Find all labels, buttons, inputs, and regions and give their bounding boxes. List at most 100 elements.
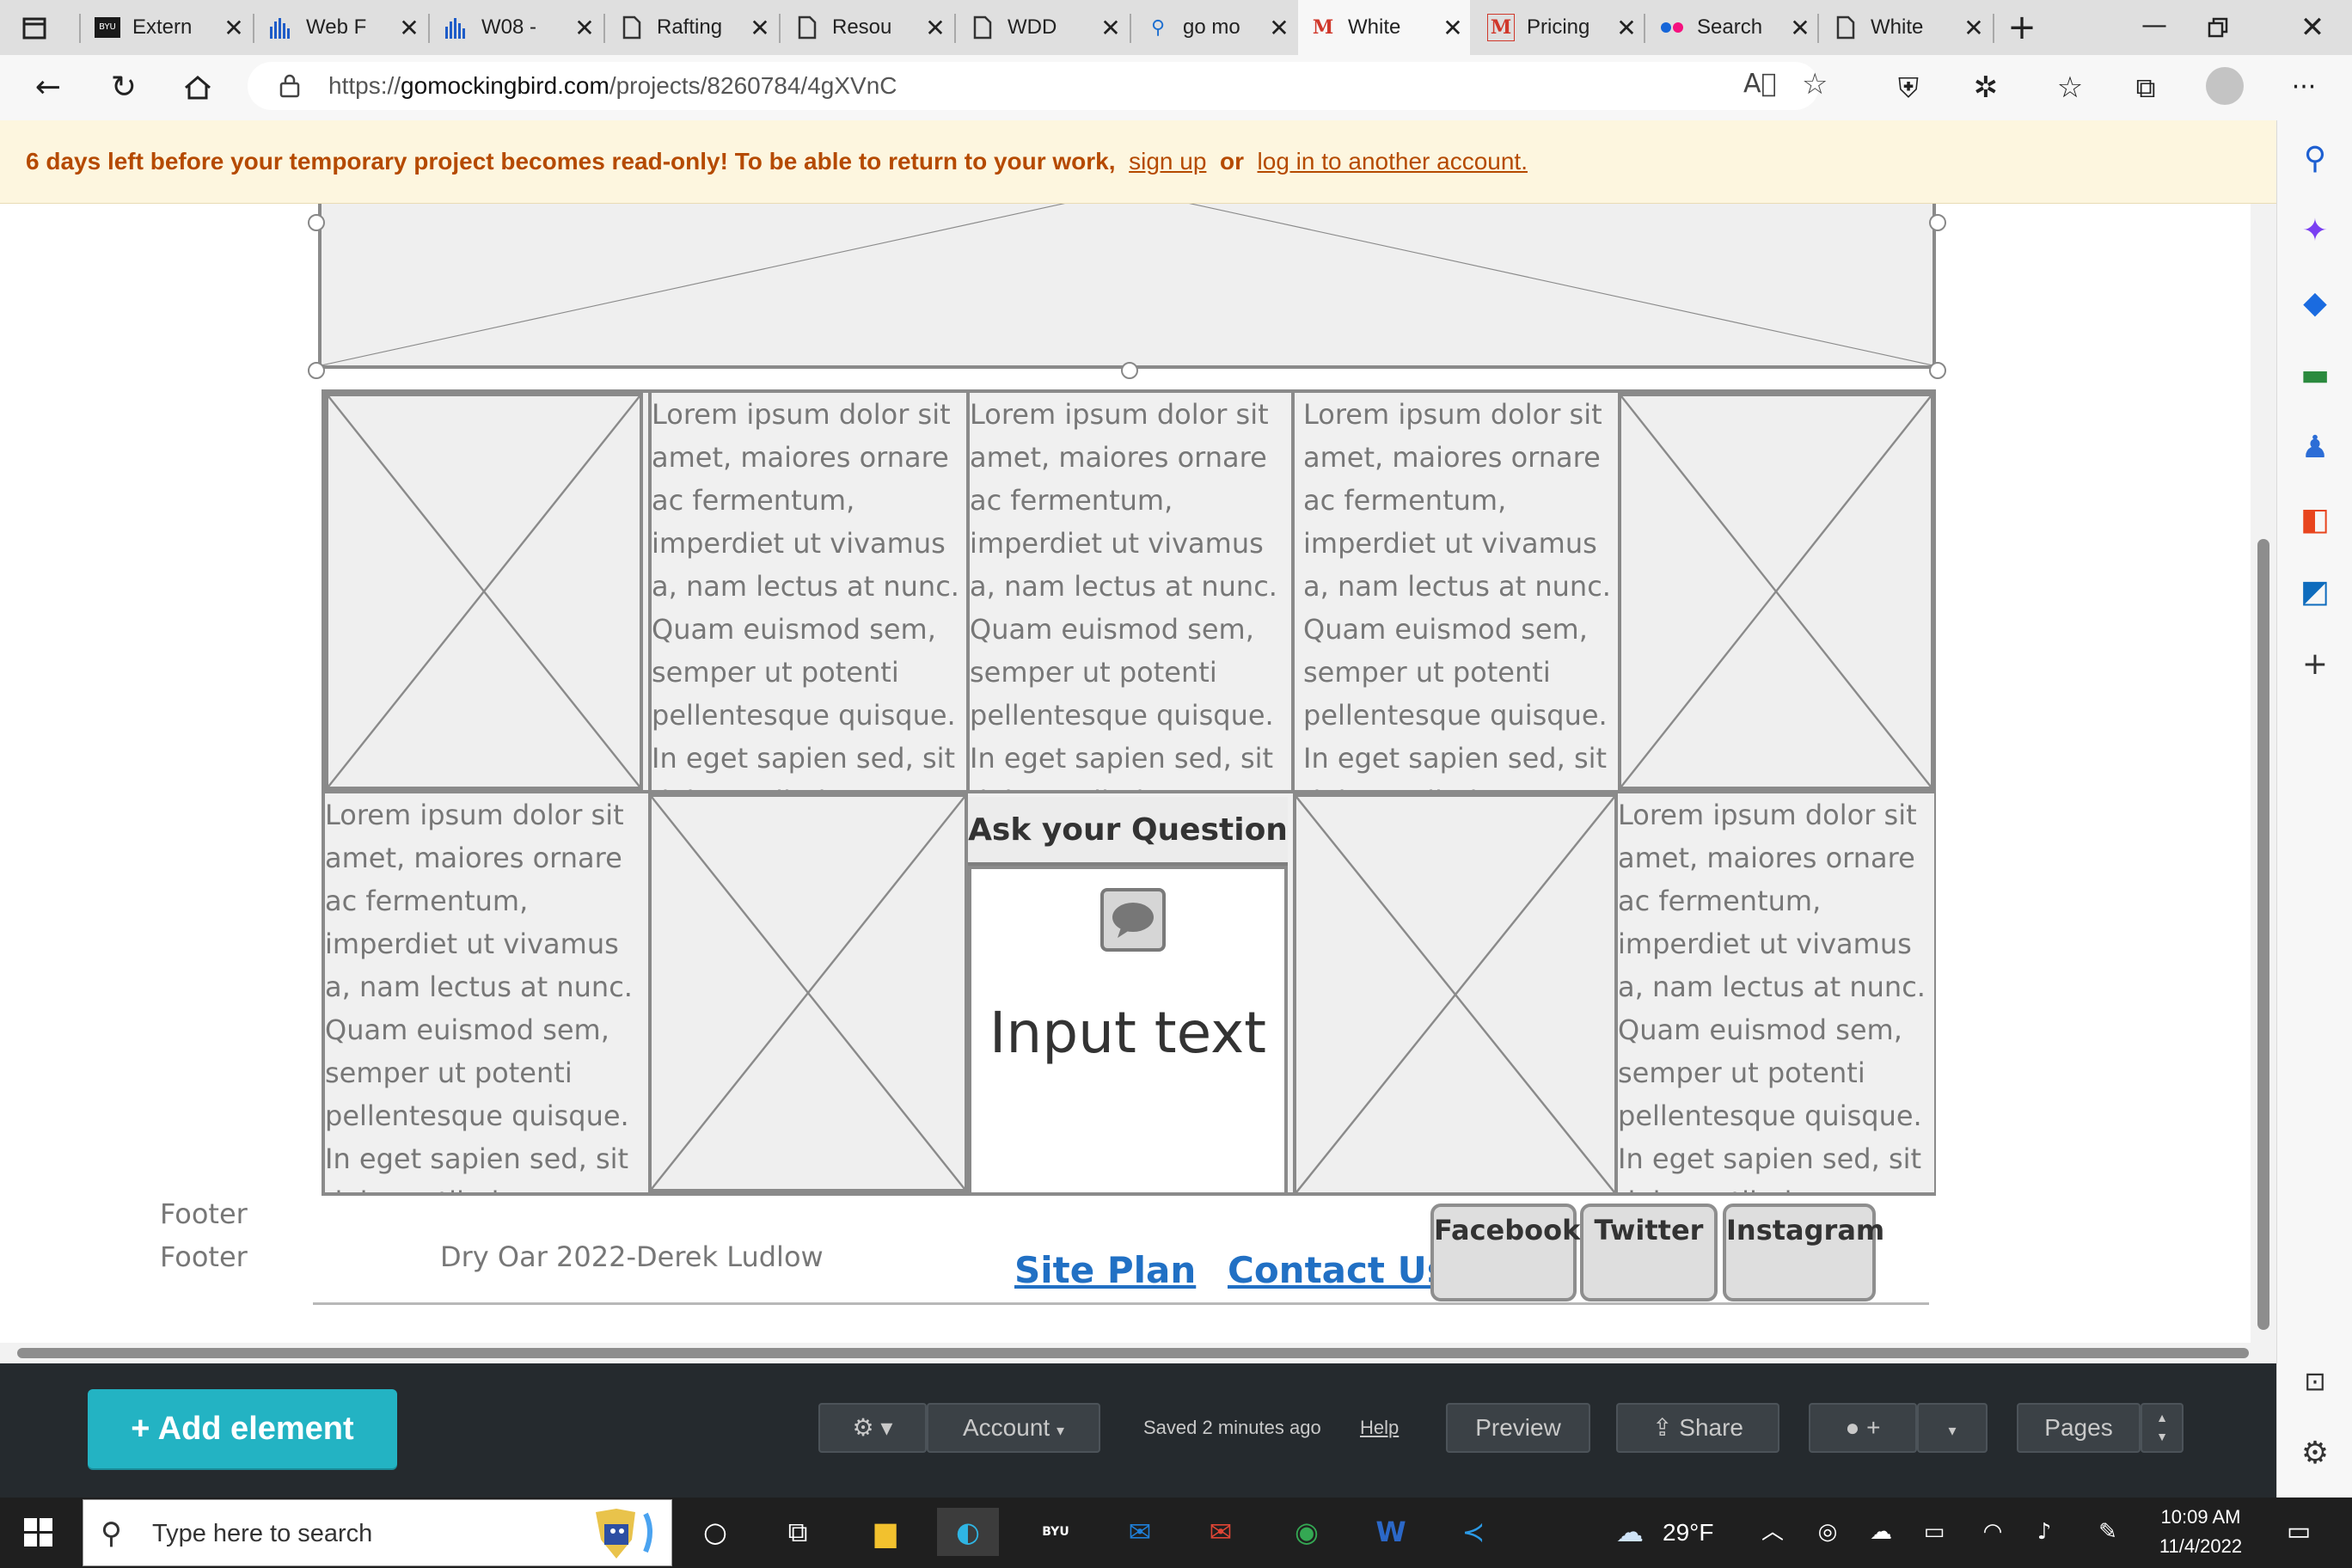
vscode-icon[interactable]: ≺ [1449,1508,1498,1556]
close-tab-icon[interactable]: ✕ [1957,14,1991,42]
close-tab-icon[interactable]: ✕ [918,14,952,42]
hero-image-placeholder[interactable] [318,204,1936,369]
preview-button[interactable]: Preview [1446,1403,1590,1453]
battery-icon[interactable]: ▭ [1910,1508,1958,1556]
url-field[interactable]: https://gomockingbird.com/projects/82607… [248,62,1828,110]
lorem-text-block[interactable]: Lorem ipsum dolor sit amet, maiores orna… [1291,393,1613,790]
lorem-text-block[interactable]: Lorem ipsum dolor sit amet, maiores orna… [648,393,963,790]
resize-handle[interactable] [1121,362,1138,379]
avatar[interactable] [2206,67,2244,105]
browser-tab[interactable]: WDD ✕ [958,0,1128,55]
minimize-icon[interactable]: — [2128,0,2180,55]
image-placeholder[interactable] [1293,793,1618,1196]
resize-handle[interactable] [1929,214,1946,231]
close-tab-icon[interactable]: ✕ [1262,14,1296,42]
lock-icon[interactable] [279,74,301,101]
settings-dropdown[interactable]: ⚙ ▾ [818,1403,927,1453]
vertical-scrollbar[interactable] [2251,204,2276,1343]
browser-tab[interactable]: Resou ✕ [782,0,952,55]
browser-tab-active[interactable]: M White ✕ [1298,0,1470,55]
outlook-icon[interactable]: ✉ [1116,1508,1164,1556]
pages-button[interactable]: Pages [2017,1403,2141,1453]
resize-handle[interactable] [308,214,325,231]
tab-actions-icon[interactable] [19,12,50,43]
close-tab-icon[interactable]: ✕ [1436,14,1470,42]
add-element-button[interactable]: + Add element [88,1389,397,1468]
account-dropdown[interactable]: Account ▾ [927,1403,1100,1453]
gmail-icon[interactable]: ✉ [1197,1508,1245,1556]
instagram-button[interactable]: Instagram [1723,1204,1884,1302]
games-icon[interactable]: ♟ [2277,430,2352,465]
mockup-canvas[interactable]: Lorem ipsum dolor sit amet, maiores orna… [0,204,2276,1343]
scrollbar-thumb[interactable] [2257,539,2269,1330]
outlook-icon[interactable]: ◩ [2277,574,2352,609]
wifi-icon[interactable]: ◠ [1969,1508,2017,1556]
volume-icon[interactable]: ♪ [2020,1508,2068,1556]
cortana-icon[interactable]: ○ [691,1508,739,1556]
browser-tab[interactable]: Rafting ✕ [607,0,777,55]
share-button[interactable]: ⇪ Share [1616,1403,1779,1453]
add-sidebar-icon[interactable]: + [2277,646,2352,682]
facebook-button[interactable]: Facebook [1430,1204,1580,1302]
contact-us-link[interactable]: Contact Us [1228,1249,1449,1291]
hide-sidebar-icon[interactable]: ⊡ [2277,1367,2352,1397]
onedrive-icon[interactable]: ☁ [1857,1508,1905,1556]
add-comment-button[interactable]: ● + [1809,1403,1917,1453]
comment-dropdown[interactable]: ▾ [1917,1403,1988,1453]
windows-start-icon[interactable] [24,1518,53,1547]
copilot-icon[interactable]: ✦ [2277,213,2352,248]
refresh-icon[interactable]: ↻ [98,55,150,120]
system-clock[interactable]: 10:09 AM 11/4/2022 [2141,1503,2261,1561]
resize-handle[interactable] [308,362,325,379]
browser-tab[interactable]: Search ✕ [1647,0,1817,55]
chrome-icon[interactable]: ◉ [1283,1508,1331,1556]
read-aloud-icon[interactable]: A᪲ [1743,69,1777,99]
favorites-icon[interactable]: ☆ [2044,55,2096,120]
browser-tab[interactable]: M Pricing ✕ [1475,0,1644,55]
new-tab-icon[interactable]: + [1996,0,2048,55]
weather-temp[interactable]: 29°F [1663,1498,1713,1568]
browser-tab[interactable]: White ✕ [1821,0,1991,55]
close-tab-icon[interactable]: ✕ [217,14,251,42]
image-placeholder[interactable] [1618,393,1934,790]
task-view-icon[interactable]: ⧉ [774,1508,822,1556]
site-plan-link[interactable]: Site Plan [1014,1249,1196,1291]
restore-icon[interactable] [2206,15,2232,41]
browser-tab[interactable]: ⚲ go mo ✕ [1133,0,1296,55]
chevron-up-icon[interactable]: ︿ [1749,1508,1797,1556]
close-tab-icon[interactable]: ✕ [392,14,426,42]
image-placeholder[interactable] [325,393,643,790]
shield-extension-icon[interactable]: ⛨ [1883,55,1934,120]
meet-now-icon[interactable]: ◎ [1804,1508,1852,1556]
shopping-tag-icon[interactable]: ◆ [2277,285,2352,321]
resize-handle[interactable] [1929,362,1946,379]
close-tab-icon[interactable]: ✕ [1093,14,1128,42]
byu-app-icon[interactable]: BYU [1032,1508,1080,1556]
lorem-text-block[interactable]: Lorem ipsum dolor sit amet, maiores orna… [325,793,643,1192]
tools-icon[interactable]: ▬ [2277,358,2352,393]
close-tab-icon[interactable]: ✕ [743,14,777,42]
close-tab-icon[interactable]: ✕ [1609,14,1644,42]
back-icon[interactable]: ← [22,55,74,120]
edge-icon[interactable]: ◐ [937,1508,999,1556]
extensions-icon[interactable]: ✲ [1960,55,2012,120]
close-tab-icon[interactable]: ✕ [567,14,602,42]
scrollbar-thumb[interactable] [17,1348,2249,1358]
search-icon[interactable]: ⚲ [2277,141,2352,176]
twitter-button[interactable]: Twitter [1580,1204,1718,1302]
pages-stepper[interactable]: ▲ ▼ [2141,1403,2184,1453]
weather-icon[interactable]: ☁ [1606,1508,1654,1556]
pen-icon[interactable]: ✎ [2084,1508,2132,1556]
settings-icon[interactable]: ⚙ [2277,1436,2352,1471]
help-link[interactable]: Help [1360,1403,1399,1453]
file-explorer-icon[interactable]: ▆ [861,1508,910,1556]
question-input-box[interactable]: Input text [968,866,1288,1196]
notifications-icon[interactable]: ▭ [2275,1508,2323,1556]
browser-tab[interactable]: BYU Extern ✕ [83,0,251,55]
lorem-text-block[interactable]: Lorem ipsum dolor sit amet, maiores orna… [966,393,1291,790]
close-tab-icon[interactable]: ✕ [1783,14,1817,42]
input-text-placeholder[interactable]: Input text [971,1000,1284,1066]
image-placeholder[interactable] [648,793,968,1192]
collections-icon[interactable]: ⧉ [2120,55,2171,120]
horizontal-scrollbar[interactable] [0,1343,2276,1363]
